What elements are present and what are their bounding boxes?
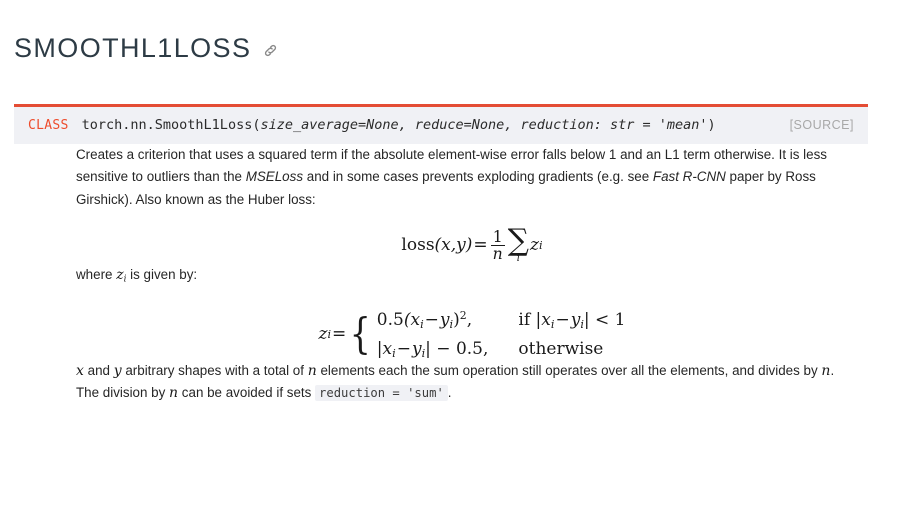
summation-index: i bbox=[516, 252, 520, 264]
documentation-page: SMOOTHL1LOSS CLASS torch.nn.SmoothL1Loss… bbox=[0, 0, 912, 505]
piecewise-formula-expression: z i = { 0.5(xi−yi)2, if |xi−yi| < 1 |xi−yi… bbox=[318, 309, 625, 360]
where-prefix: where bbox=[76, 266, 117, 282]
case-1-coefficient: 0.5 bbox=[376, 309, 404, 330]
case-1-cond-minus: − bbox=[555, 309, 570, 330]
loss-function-args: (x,y) bbox=[434, 235, 473, 256]
case-2-minus: − bbox=[396, 338, 411, 359]
case-2-y: y bbox=[411, 338, 422, 359]
shapes-n-symbol: n bbox=[307, 362, 317, 379]
case-2-expression: |xi−yi| − 0.5, bbox=[377, 339, 489, 360]
case-1-open: (x bbox=[403, 309, 421, 330]
case-1-if-keyword: if bbox=[518, 309, 536, 330]
signature-text: CLASS torch.nn.SmoothL1Loss(size_average… bbox=[28, 117, 716, 133]
one-over-n-fraction: 1 n bbox=[490, 226, 505, 263]
cases-group: { 0.5(xi−yi)2, if |xi−yi| < 1 |xi−yi| − … bbox=[347, 309, 626, 360]
case-1-cond-tail: | < 1 bbox=[583, 309, 626, 330]
case-2-condition: otherwise bbox=[518, 338, 604, 359]
shapes-mid: arbitrary shapes with a total of bbox=[121, 362, 308, 378]
division-paragraph: The division by n can be avoided if sets… bbox=[76, 382, 868, 405]
loss-function-name: loss bbox=[401, 235, 435, 256]
qualified-class-name: torch.nn.SmoothL1Loss bbox=[81, 116, 253, 133]
case-1-comma: , bbox=[466, 309, 473, 330]
class-keyword-label: CLASS bbox=[28, 117, 69, 133]
summand-subscript: i bbox=[538, 238, 543, 252]
where-symbol: z bbox=[116, 266, 124, 283]
cases-grid: 0.5(xi−yi)2, if |xi−yi| < 1 |xi−yi| − 0.… bbox=[377, 309, 626, 360]
class-signature-box: CLASS torch.nn.SmoothL1Loss(size_average… bbox=[14, 103, 868, 144]
link-chain-icon[interactable] bbox=[261, 41, 280, 60]
where-suffix: is given by: bbox=[126, 266, 198, 282]
loss-formula: loss (x,y) = 1 n ∑ i zi bbox=[76, 223, 868, 264]
description-segment-2: and in some cases prevents exploding gra… bbox=[303, 169, 653, 185]
case-1-condition: if |xi−yi| < 1 bbox=[518, 310, 625, 331]
left-curly-brace: { bbox=[349, 309, 372, 359]
case-1-minus: − bbox=[424, 309, 439, 330]
shapes-y-symbol: y bbox=[113, 362, 122, 379]
signature-parameters: size_average=None, reduce=None, reductio… bbox=[260, 116, 708, 133]
shapes-tail: elements each the sum operation still op… bbox=[316, 362, 822, 378]
reduction-sum-code: reduction = 'sum' bbox=[315, 385, 448, 402]
case-1-cond-open: |x bbox=[535, 309, 551, 330]
piecewise-formula: z i = { 0.5(xi−yi)2, if |xi−yi| < 1 |xi−yi… bbox=[76, 309, 868, 360]
case-2-tail: | − 0.5, bbox=[425, 338, 489, 359]
source-link[interactable]: [SOURCE] bbox=[790, 118, 854, 132]
case-1-close: ) bbox=[453, 309, 460, 330]
sigma-icon: ∑ bbox=[507, 223, 529, 259]
division-period: . bbox=[447, 385, 452, 401]
case-2-open: |x bbox=[376, 338, 393, 359]
documentation-body: Creates a criterion that uses a squared … bbox=[0, 144, 912, 405]
fraction-denominator: n bbox=[490, 243, 505, 263]
summand-symbol: z bbox=[530, 235, 539, 256]
division-prefix: The division by bbox=[76, 385, 170, 401]
division-mid: can be avoided if sets bbox=[178, 385, 316, 401]
fast-rcnn-link[interactable]: Fast R-CNN bbox=[653, 169, 726, 184]
loss-formula-expression: loss (x,y) = 1 n ∑ i zi bbox=[401, 223, 543, 264]
case-1-expression: 0.5(xi−yi)2, bbox=[377, 309, 489, 331]
shapes-x-symbol: x bbox=[76, 362, 84, 379]
piecewise-equals-sign: = bbox=[332, 324, 347, 345]
loss-equals-sign: = bbox=[473, 235, 488, 256]
close-paren: ) bbox=[707, 116, 716, 133]
shapes-and: and bbox=[83, 362, 114, 378]
mseloss-link[interactable]: MSELoss bbox=[246, 169, 303, 184]
page-header: SMOOTHL1LOSS bbox=[0, 0, 912, 82]
description-paragraph: Creates a criterion that uses a squared … bbox=[76, 144, 866, 212]
case-1-y: y bbox=[439, 309, 450, 330]
fraction-numerator: 1 bbox=[492, 226, 503, 246]
page-title: SMOOTHL1LOSS bbox=[14, 33, 252, 64]
case-1-exponent: 2 bbox=[459, 308, 467, 322]
where-line: where zi is given by: bbox=[76, 264, 868, 291]
division-n-symbol: n bbox=[169, 385, 179, 402]
piecewise-lhs-symbol: z bbox=[318, 324, 328, 345]
case-1-cond-y: y bbox=[570, 309, 581, 330]
shapes-period: . bbox=[830, 362, 835, 378]
summation-operator: ∑ i bbox=[507, 223, 529, 264]
signature-expression: torch.nn.SmoothL1Loss(size_average=None,… bbox=[82, 117, 716, 133]
shapes-paragraph: x and y arbitrary shapes with a total of… bbox=[76, 360, 866, 383]
